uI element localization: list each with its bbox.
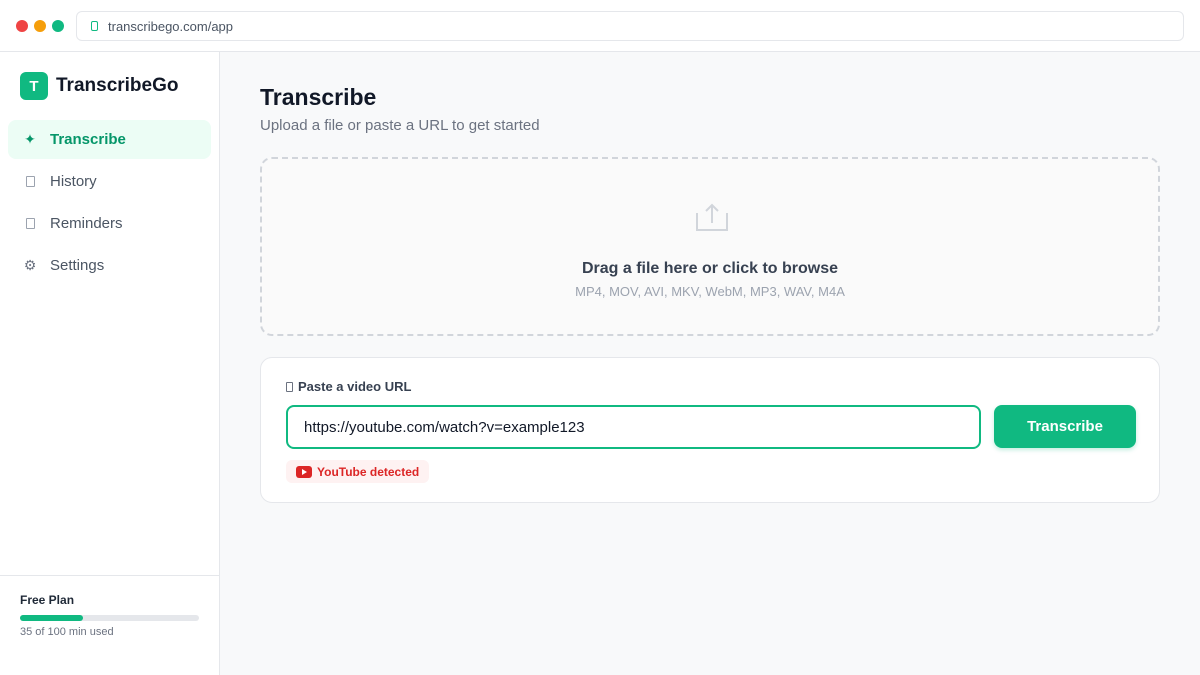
bell-icon xyxy=(23,217,37,231)
badge-text: YouTube detected xyxy=(317,464,420,479)
minimize-window-button[interactable] xyxy=(34,20,46,32)
plan-panel: Free Plan 35 of 100 min used xyxy=(0,575,219,675)
video-url-input[interactable] xyxy=(286,405,981,449)
sidebar-item-history[interactable]: History xyxy=(8,162,211,201)
sidebar-item-label: Transcribe xyxy=(50,131,126,148)
brand[interactable]: T TranscribeGo xyxy=(20,72,179,100)
sidebar-item-label: Settings xyxy=(50,257,105,274)
page-title: Transcribe xyxy=(260,84,377,110)
address-bar[interactable]: transcribego.com/app xyxy=(76,11,1184,41)
sidebar-item-settings[interactable]: ⚙ Settings xyxy=(8,246,211,285)
address-bar-url: transcribego.com/app xyxy=(108,18,234,34)
dropzone-formats: MP4, MOV, AVI, MKV, WebM, MP3, WAV, M4A xyxy=(575,284,845,299)
lock-icon xyxy=(91,21,98,31)
sparkle-icon: ✦ xyxy=(24,131,36,147)
sidebar-item-reminders[interactable]: Reminders xyxy=(8,204,211,243)
sidebar: T TranscribeGo ✦ Transcribe History Remi… xyxy=(0,52,220,675)
plan-usage-fill xyxy=(20,615,83,621)
sidebar-item-label: History xyxy=(50,173,97,190)
brand-name: TranscribeGo xyxy=(56,75,179,96)
gear-icon: ⚙ xyxy=(23,257,37,273)
url-section-label: Paste a video URL xyxy=(286,379,411,394)
url-card: Paste a video URL Transcribe YouTube det… xyxy=(260,357,1160,503)
browser-chrome: transcribego.com/app xyxy=(0,0,1200,52)
upload-icon xyxy=(696,203,728,231)
document-icon xyxy=(23,175,37,189)
brand-logo: T xyxy=(20,72,48,100)
file-dropzone[interactable]: Drag a file here or click to browse MP4,… xyxy=(260,157,1160,336)
sidebar-item-transcribe[interactable]: ✦ Transcribe xyxy=(8,120,211,159)
close-window-button[interactable] xyxy=(16,20,28,32)
page-subtitle: Upload a file or paste a URL to get star… xyxy=(260,117,540,134)
link-icon xyxy=(286,381,293,392)
dropzone-title: Drag a file here or click to browse xyxy=(581,260,839,277)
maximize-window-button[interactable] xyxy=(52,20,64,32)
youtube-icon xyxy=(296,465,312,478)
sidebar-item-label: Reminders xyxy=(50,215,123,232)
plan-usage-bar xyxy=(20,615,199,621)
plan-usage-text: 35 of 100 min used xyxy=(20,626,114,638)
youtube-detected-badge: YouTube detected xyxy=(286,460,430,483)
plan-name: Free Plan xyxy=(20,593,75,607)
transcribe-button[interactable]: Transcribe xyxy=(994,405,1136,448)
url-section-label-text: Paste a video URL xyxy=(298,379,412,394)
